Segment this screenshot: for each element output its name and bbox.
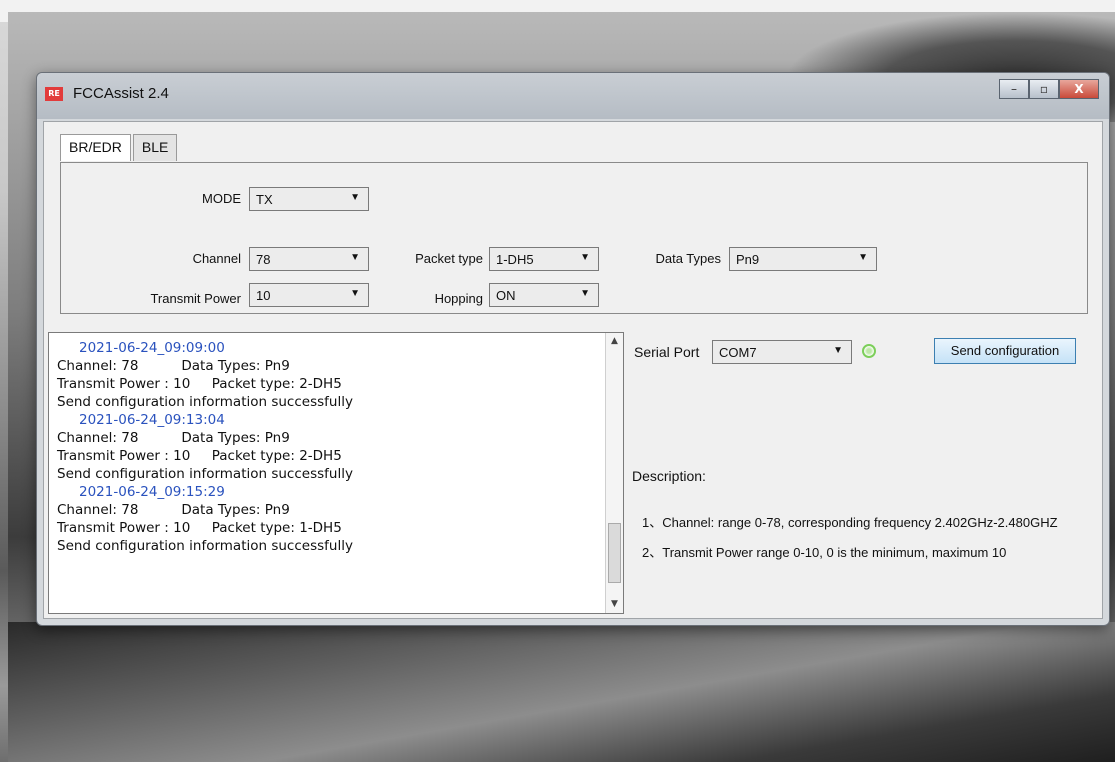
scroll-down-icon[interactable]: ▼ [606,596,623,613]
transmit-power-select[interactable]: 10 ▼ [249,283,369,307]
description-item: 2、Transmit Power range 0-10, 0 is the mi… [642,545,1007,560]
log-line: Send configuration information successfu… [57,466,353,482]
hopping-value: ON [496,288,516,303]
transmit-power-value: 10 [256,288,271,303]
log-line: Transmit Power : 10 Packet type: 1-DH5 [57,520,342,536]
packet-type-label: Packet type [415,251,483,266]
log-line: Send configuration information successfu… [57,538,353,554]
background-reflection [8,622,1115,762]
hopping-label: Hopping [434,291,483,306]
settings-panel: MODE TX ▼ Channel 78 ▼ Transmit Power 10… [60,162,1088,314]
channel-select[interactable]: 78 ▼ [249,247,369,271]
maximize-button[interactable]: ▫ [1029,79,1059,99]
log-line: Channel: 78 Data Types: Pn9 [57,430,290,446]
description-title: Description: [632,468,706,484]
serial-port-label: Serial Port [634,344,700,360]
connection-status-icon [862,344,876,358]
chevron-down-icon: ▼ [580,288,590,299]
log-line: Transmit Power : 10 Packet type: 2-DH5 [57,448,342,464]
data-types-select[interactable]: Pn9 ▼ [729,247,877,271]
window-title: FCCAssist 2.4 [73,85,169,102]
log-line: Send configuration information successfu… [57,394,353,410]
serial-port-select[interactable]: COM7 ▼ [712,340,852,364]
mode-label: MODE [202,191,241,206]
scroll-thumb[interactable] [608,523,621,583]
monitor-screen: RE FCCAssist 2.4 – ▫ X BR/EDR BLE MODE T… [8,12,1115,762]
tab-bar: BR/EDR BLE [60,134,179,161]
app-icon: RE [45,87,63,101]
app-window: RE FCCAssist 2.4 – ▫ X BR/EDR BLE MODE T… [36,72,1110,626]
packet-type-value: 1-DH5 [496,252,534,267]
chevron-down-icon: ▼ [350,252,360,263]
packet-type-select[interactable]: 1-DH5 ▼ [489,247,599,271]
chevron-down-icon: ▼ [350,288,360,299]
log-line: Transmit Power : 10 Packet type: 2-DH5 [57,376,342,392]
log-timestamp: 2021-06-24_09:15:29 [79,484,225,500]
log-line: Channel: 78 Data Types: Pn9 [57,502,290,518]
close-button[interactable]: X [1059,79,1099,99]
data-types-label: Data Types [655,251,721,266]
title-bar[interactable]: RE FCCAssist 2.4 [37,73,1109,119]
chevron-down-icon: ▼ [833,345,843,356]
chevron-down-icon: ▼ [858,252,868,263]
client-area: BR/EDR BLE MODE TX ▼ Channel 78 ▼ Transm… [43,121,1103,619]
data-types-value: Pn9 [736,252,760,267]
log-timestamp: 2021-06-24_09:13:04 [79,412,225,428]
log-line: Channel: 78 Data Types: Pn9 [57,358,290,374]
send-configuration-button[interactable]: Send configuration [934,338,1076,364]
log-timestamp: 2021-06-24_09:09:00 [79,340,225,356]
chevron-down-icon: ▼ [350,192,360,203]
description-item: 1、Channel: range 0-78, corresponding fre… [642,515,1058,530]
chevron-down-icon: ▼ [580,252,590,263]
right-panel: Serial Port COM7 ▼ Send configuration De… [632,332,1094,612]
hopping-select[interactable]: ON ▼ [489,283,599,307]
tab-ble[interactable]: BLE [132,134,178,161]
log-scrollbar[interactable]: ▲ ▼ [605,333,623,613]
transmit-power-label: Transmit Power [150,291,241,306]
channel-value: 78 [256,252,271,267]
serial-port-value: COM7 [719,345,757,360]
window-controls: – ▫ X [999,79,1099,99]
minimize-button[interactable]: – [999,79,1029,99]
channel-label: Channel [192,251,241,266]
log-textbox[interactable]: 2021-06-24_09:09:00 Channel: 78 Data Typ… [48,332,624,614]
tab-br-edr[interactable]: BR/EDR [60,134,131,161]
mode-value: TX [256,192,273,207]
log-content: 2021-06-24_09:09:00 Channel: 78 Data Typ… [57,339,597,555]
scroll-up-icon[interactable]: ▲ [606,333,623,350]
mode-select[interactable]: TX ▼ [249,187,369,211]
